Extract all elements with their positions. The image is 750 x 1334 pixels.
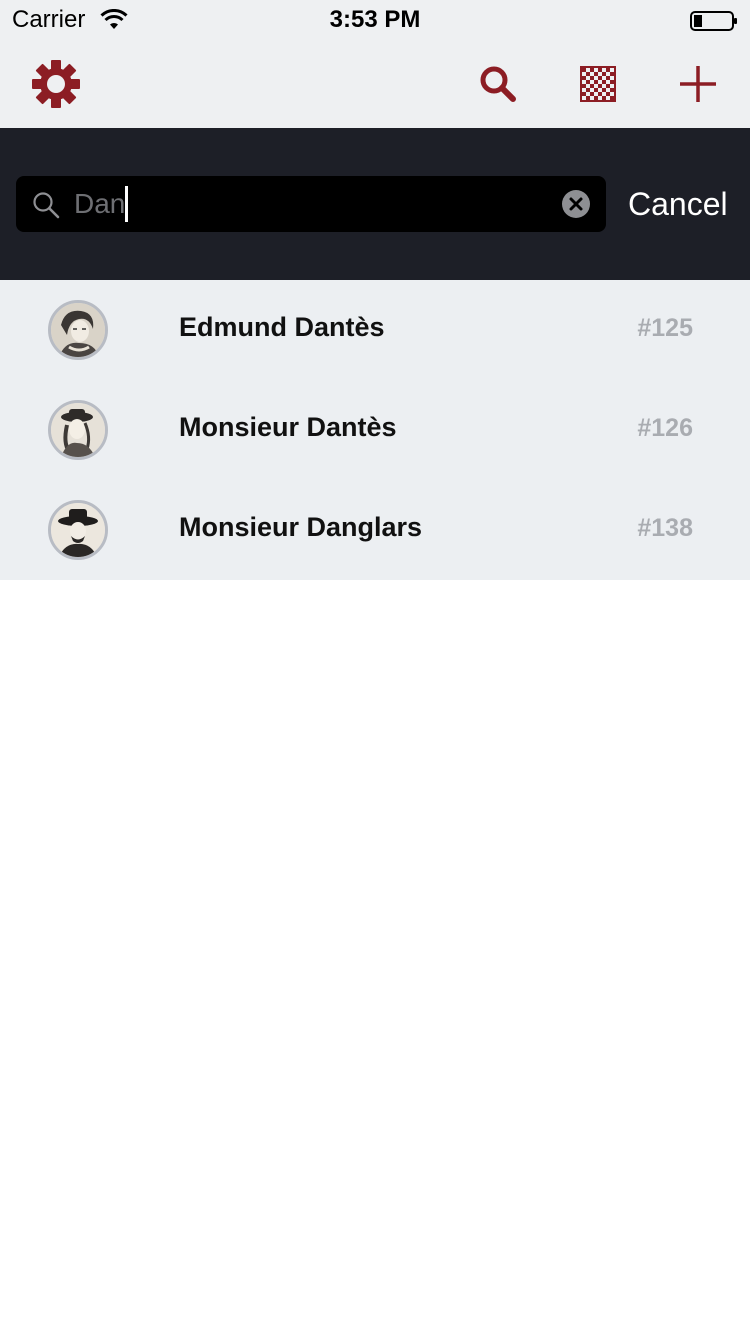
search-input[interactable]: Dan [74, 176, 544, 232]
avatar [48, 500, 108, 560]
search-icon [480, 66, 516, 102]
clock: 3:53 PM [329, 6, 421, 33]
character-name: Edmund Dantès [179, 312, 385, 342]
board-button[interactable] [572, 58, 624, 110]
character-number: #126 [637, 414, 693, 442]
cancel-button[interactable]: Cancel [628, 182, 728, 226]
toolbar [0, 40, 750, 128]
search-query: Dan [74, 188, 126, 219]
portrait-icon [51, 303, 105, 357]
add-button[interactable] [672, 58, 724, 110]
screen: Carrier 3:53 PM Dan Cancel Edmund Dantès… [0, 0, 750, 1334]
search-bar: Dan Cancel [0, 128, 750, 280]
character-number: #138 [637, 514, 693, 542]
list-item[interactable]: Monsieur Dantès #126 [0, 380, 750, 480]
search-button[interactable] [472, 58, 524, 110]
search-icon [33, 192, 60, 219]
list-item[interactable]: Edmund Dantès #125 [0, 280, 750, 380]
avatar [48, 400, 108, 460]
portrait-icon [51, 403, 105, 457]
clear-icon[interactable] [562, 190, 590, 218]
portrait-icon [51, 503, 105, 557]
battery-icon [690, 11, 737, 31]
settings-button[interactable] [30, 58, 82, 110]
character-name: Monsieur Danglars [179, 512, 423, 542]
avatar [48, 300, 108, 360]
gear-icon [32, 60, 80, 108]
character-number: #125 [637, 314, 693, 342]
results-list: Edmund Dantès #125 Monsieur Dantès #126 [0, 280, 750, 580]
status-bar: Carrier 3:53 PM [0, 0, 750, 40]
text-cursor [125, 185, 129, 222]
character-name: Monsieur Dantès [179, 412, 397, 442]
chessboard-icon [580, 66, 616, 102]
plus-icon [680, 66, 716, 102]
search-field[interactable]: Dan [16, 176, 606, 232]
list-item[interactable]: Monsieur Danglars #138 [0, 480, 750, 580]
